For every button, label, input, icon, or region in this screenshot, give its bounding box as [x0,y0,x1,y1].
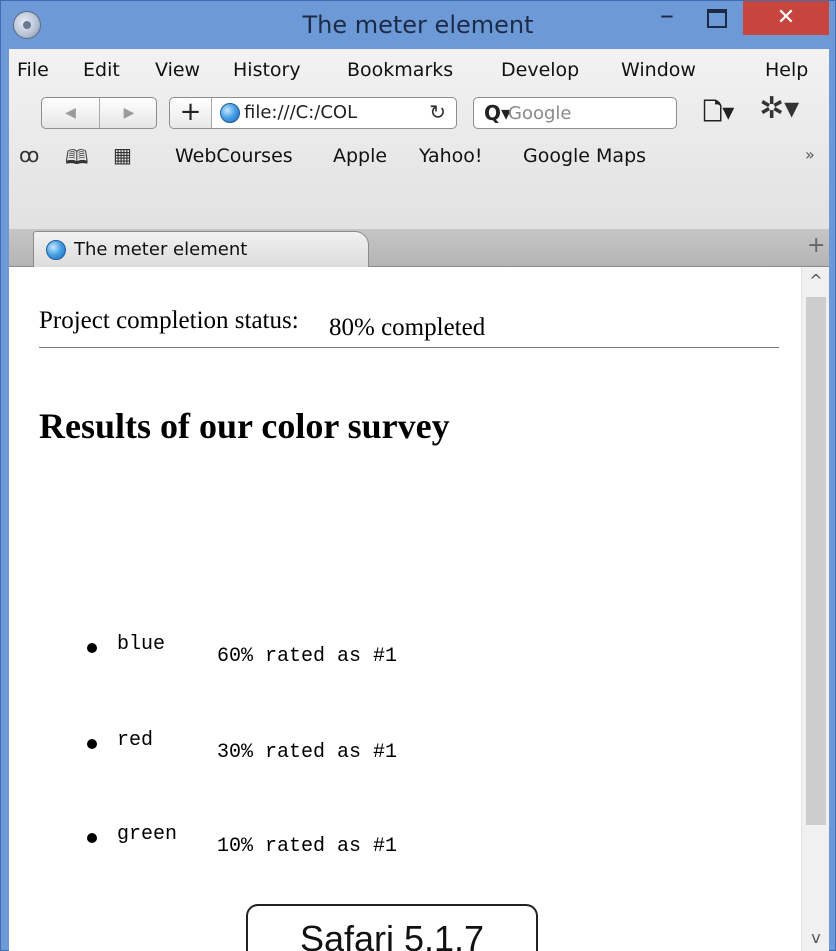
content-viewport: Project completion status: 80% completed… [9,267,829,951]
list-item: blue 60% rated as #1 [87,633,547,673]
bookmark-apple[interactable]: Apple [333,145,387,167]
gear-icon[interactable]: ✲▾ [759,91,799,126]
title-bar[interactable]: The meter element – ✕ [1,1,835,49]
globe-icon [46,240,66,260]
browser-chrome: File Edit View History Bookmarks Develop… [9,49,829,267]
scroll-down-icon[interactable]: v [802,924,830,951]
back-button[interactable]: ◀ [42,98,100,128]
page-menu-icon[interactable]: 🗋▾ [703,95,734,136]
reload-icon[interactable]: ↻ [429,100,446,124]
vertical-scrollbar[interactable]: ^ v [801,267,829,951]
bookmark-yahoo[interactable]: Yahoo! [419,145,483,167]
grid-icon[interactable]: ▦ [113,143,132,167]
bookmarks-more-icon[interactable]: » [805,145,815,164]
callout-text: Safari 5.1.7 [299,918,485,951]
toolbar: ◀ ▶ + file:///C:/COL ↻ Q▾ 🗋▾ ✲▾ [9,89,829,137]
browser-version-callout: Safari 5.1.7 [246,904,538,951]
page-heading: Results of our color survey [39,406,450,446]
scroll-thumb[interactable] [806,297,826,825]
menu-bookmarks[interactable]: Bookmarks [347,59,453,81]
search-field[interactable]: Q▾ [473,97,677,129]
color-name: green [117,823,178,846]
color-name: blue [117,633,166,656]
bullet-icon [87,739,97,749]
menu-window[interactable]: Window [621,59,696,81]
search-input[interactable] [508,102,668,124]
menu-file[interactable]: File [17,59,49,81]
rating-text: 30% rated as #1 [217,741,398,764]
status-label: Project completion status: [39,307,299,334]
menu-view[interactable]: View [155,59,200,81]
add-bookmark-button[interactable]: + [170,98,212,128]
forward-button[interactable]: ▶ [100,98,158,128]
search-icon[interactable]: Q▾ [484,101,511,125]
meter-fallback-text: 80% completed [329,314,486,341]
bookmark-google-maps[interactable]: Google Maps [523,145,646,167]
menu-bar: File Edit View History Bookmarks Develop… [9,49,829,89]
bullet-icon [87,833,97,843]
color-name: red [117,729,154,752]
list-item: green 10% rated as #1 [87,823,547,863]
browser-window: The meter element – ✕ File Edit View His… [0,0,836,951]
tab-meter-element[interactable]: The meter element [33,231,369,267]
horizontal-rule [39,347,779,348]
globe-icon [220,103,240,123]
address-bar[interactable]: + file:///C:/COL ↻ [169,97,457,129]
address-text[interactable]: file:///C:/COL [244,102,357,123]
book-icon[interactable]: 🕮 [65,143,89,177]
reading-list-icon[interactable]: ꝏ [19,143,39,167]
menu-edit[interactable]: Edit [83,59,120,81]
nav-buttons: ◀ ▶ [41,97,157,129]
rating-text: 10% rated as #1 [217,835,398,858]
page-content: Project completion status: 80% completed… [9,267,801,951]
maximize-button[interactable] [691,1,739,35]
menu-history[interactable]: History [233,59,301,81]
minimize-button[interactable]: – [643,1,691,35]
bookmarks-bar: ꝏ 🕮 ▦ WebCourses Apple Yahoo! Google Map… [9,137,829,177]
scroll-up-icon[interactable]: ^ [802,267,830,295]
close-button[interactable]: ✕ [743,1,829,35]
bookmark-webcourses[interactable]: WebCourses [175,145,293,167]
list-item: red 30% rated as #1 [87,729,547,769]
bullet-icon [87,643,97,653]
tab-label: The meter element [74,239,248,260]
tab-bar: The meter element + [9,229,829,267]
menu-develop[interactable]: Develop [501,59,579,81]
new-tab-button[interactable]: + [807,233,825,258]
menu-help[interactable]: Help [765,59,808,81]
rating-text: 60% rated as #1 [217,645,398,668]
